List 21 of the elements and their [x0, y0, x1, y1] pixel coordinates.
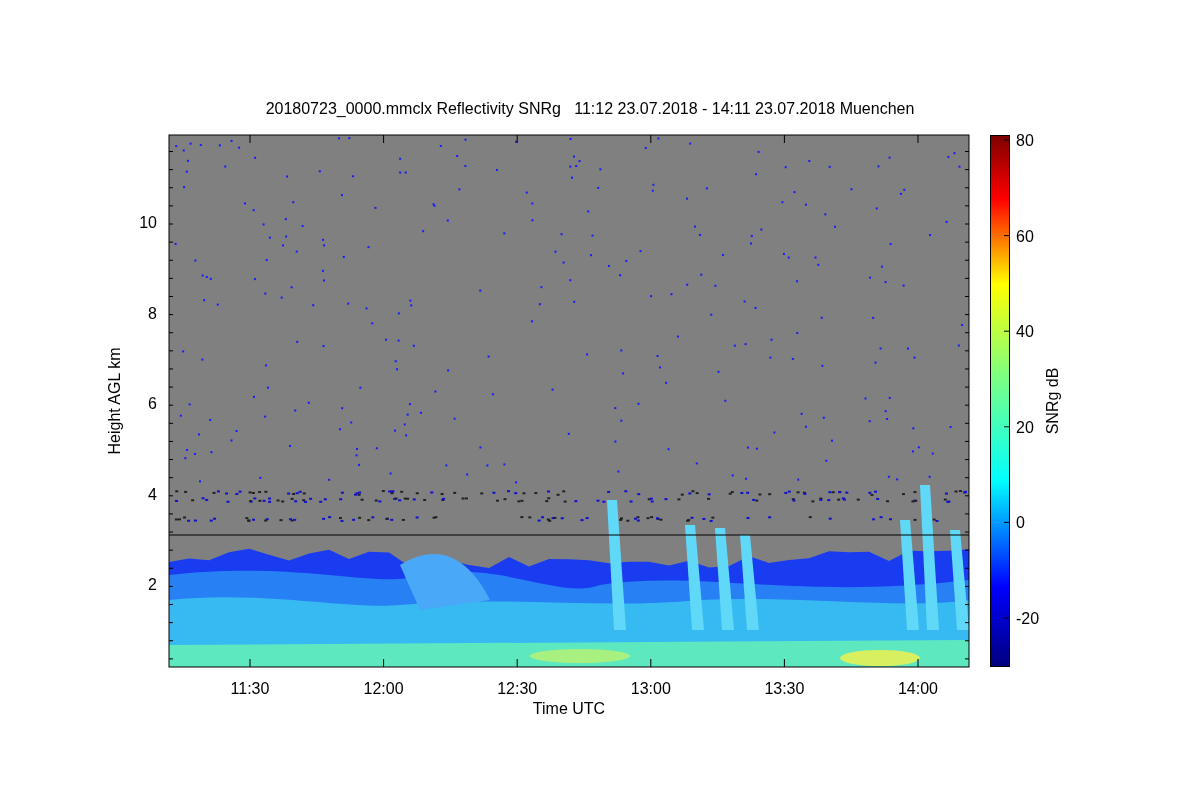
- tick-label: 4: [148, 485, 157, 503]
- tick-label: 8: [148, 304, 157, 322]
- tick-label: 11:30: [230, 680, 270, 697]
- plot-title: 20180723_0000.mmclx Reflectivity SNRg 11:12 23.07.2018 - 14:11 23.07.2018 Muenchen: [265, 100, 915, 117]
- tick-label: 6: [148, 395, 157, 412]
- tick-label: 13:00: [630, 680, 671, 697]
- tick-label: 40: [1016, 323, 1034, 341]
- tick-label: 12:00: [363, 680, 404, 697]
- tick-label: 20: [1016, 418, 1034, 436]
- tick-label: 80: [1016, 132, 1034, 149]
- tick-label: 60: [1016, 227, 1034, 245]
- axis-label: SNRg dB: [1044, 367, 1061, 435]
- tick-label: 12:30: [497, 680, 538, 697]
- tick-label: 14:00: [898, 680, 938, 697]
- tick-label: 13:30: [764, 680, 805, 697]
- tick-label: 10: [139, 214, 157, 231]
- axis-label: Time UTC: [532, 700, 606, 717]
- tick-label: 0: [1016, 514, 1025, 532]
- tick-label: 2: [148, 576, 157, 593]
- axis-label: Height AGL km: [106, 347, 123, 455]
- tick-label: -20: [1016, 610, 1040, 627]
